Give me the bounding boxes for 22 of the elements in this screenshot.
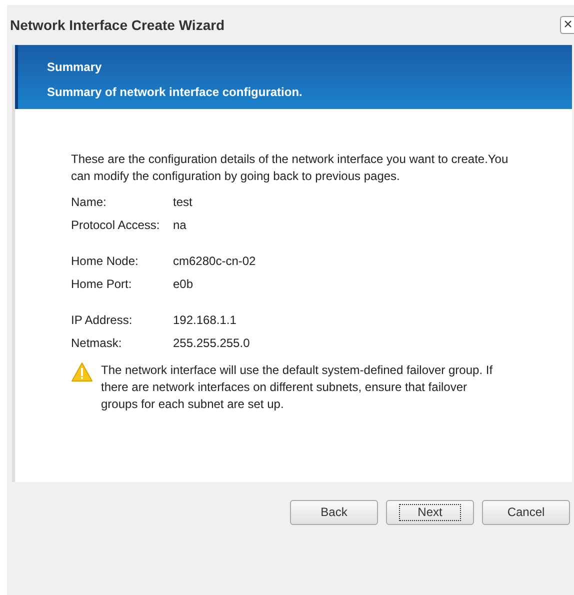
field-value: cm6280c-cn-02 bbox=[173, 253, 256, 270]
close-button[interactable]: × bbox=[560, 16, 574, 34]
field-label: Home Port: bbox=[71, 276, 133, 293]
field-value: test bbox=[173, 194, 192, 211]
field-value: 255.255.255.0 bbox=[173, 335, 250, 352]
warning-text: The network interface will use the default system-defined failover group. If there are network interfaces on different subnets, ensure that failover groups for each subnet are set up. bbox=[101, 362, 494, 413]
field-value: 192.168.1.1 bbox=[173, 312, 236, 329]
field-label: Home Node: bbox=[71, 253, 140, 270]
wizard-button[interactable]: Next bbox=[386, 500, 474, 525]
window-title: Network Interface Create Wizard bbox=[10, 16, 226, 34]
field-label: Name: bbox=[71, 194, 108, 211]
intro-text: These are the configuration details of the network interface you want to create.You can modify the configuration by going back to previous pages. bbox=[71, 151, 510, 185]
field-label: Netmask: bbox=[71, 335, 123, 352]
warning-icon bbox=[71, 362, 93, 382]
field-value: na bbox=[173, 217, 186, 234]
banner-title: Summary bbox=[47, 59, 103, 76]
wizard-button[interactable]: Back bbox=[290, 500, 378, 525]
banner-subtitle: Summary of network interface configuration. bbox=[47, 84, 304, 101]
field-label: Protocol Access: bbox=[71, 217, 161, 234]
wizard-button[interactable]: Cancel bbox=[482, 500, 570, 525]
field-label: IP Address: bbox=[71, 312, 134, 329]
field-value: e0b bbox=[173, 276, 194, 293]
